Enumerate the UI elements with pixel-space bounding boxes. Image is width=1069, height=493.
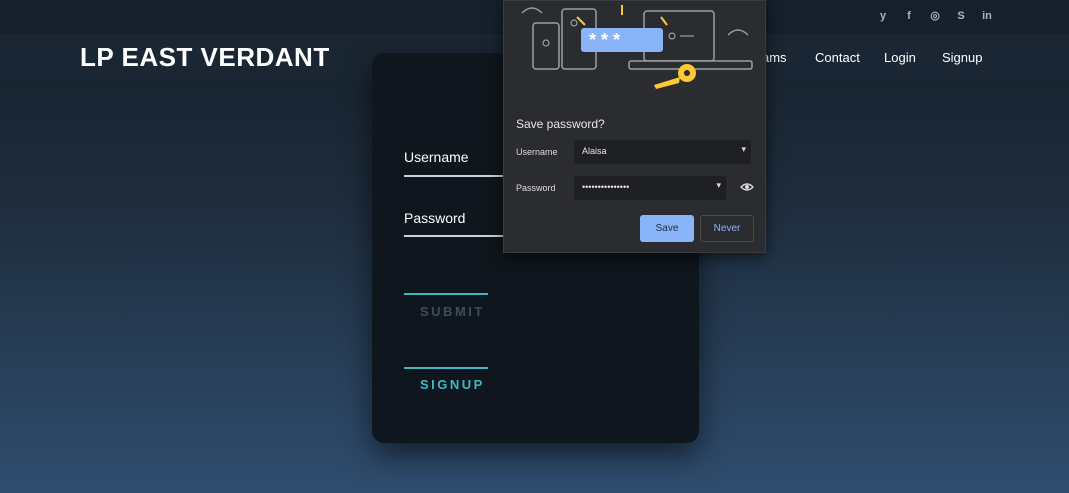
username-underline [404, 175, 504, 177]
signup-button[interactable]: SIGNUP [420, 377, 485, 392]
password-select[interactable]: ••••••••••••••• ▾ [574, 176, 726, 200]
password-illustration: * * * [521, 5, 753, 89]
instagram-icon[interactable]: ◎ [929, 9, 941, 22]
eye-icon[interactable] [740, 182, 754, 192]
submit-button-border [404, 293, 488, 295]
signup-button-border [404, 367, 488, 369]
dialog-title: Save password? [516, 117, 605, 131]
save-password-dialog: * * * Save password? Username Alaisa ▾ P… [503, 0, 766, 253]
nav-item-signup[interactable]: Signup [942, 50, 982, 65]
password-pill-text: * * * [589, 30, 620, 50]
never-button[interactable]: Never [700, 215, 754, 242]
password-underline [404, 235, 504, 237]
twitter-icon[interactable]: y [877, 10, 889, 22]
chevron-down-icon: ▾ [741, 144, 746, 154]
skype-icon[interactable]: S [955, 10, 967, 22]
save-button[interactable]: Save [640, 215, 694, 242]
password-field[interactable]: Password [404, 210, 465, 226]
password-value: ••••••••••••••• [582, 182, 630, 192]
social-links: y f ◎ S in [877, 9, 993, 23]
site-brand[interactable]: LP EAST VERDANT [80, 42, 330, 73]
facebook-icon[interactable]: f [903, 10, 915, 22]
chevron-down-icon: ▾ [716, 180, 721, 190]
username-value: Alaisa [582, 146, 607, 156]
password-label: Password [516, 183, 556, 193]
username-field[interactable]: Username [404, 149, 469, 165]
nav-item-contact[interactable]: Contact [815, 50, 860, 65]
linkedin-icon[interactable]: in [981, 10, 993, 22]
username-label: Username [516, 147, 558, 157]
username-select[interactable]: Alaisa ▾ [574, 140, 751, 164]
submit-button[interactable]: SUBMIT [420, 304, 485, 319]
nav-item-login[interactable]: Login [884, 50, 916, 65]
